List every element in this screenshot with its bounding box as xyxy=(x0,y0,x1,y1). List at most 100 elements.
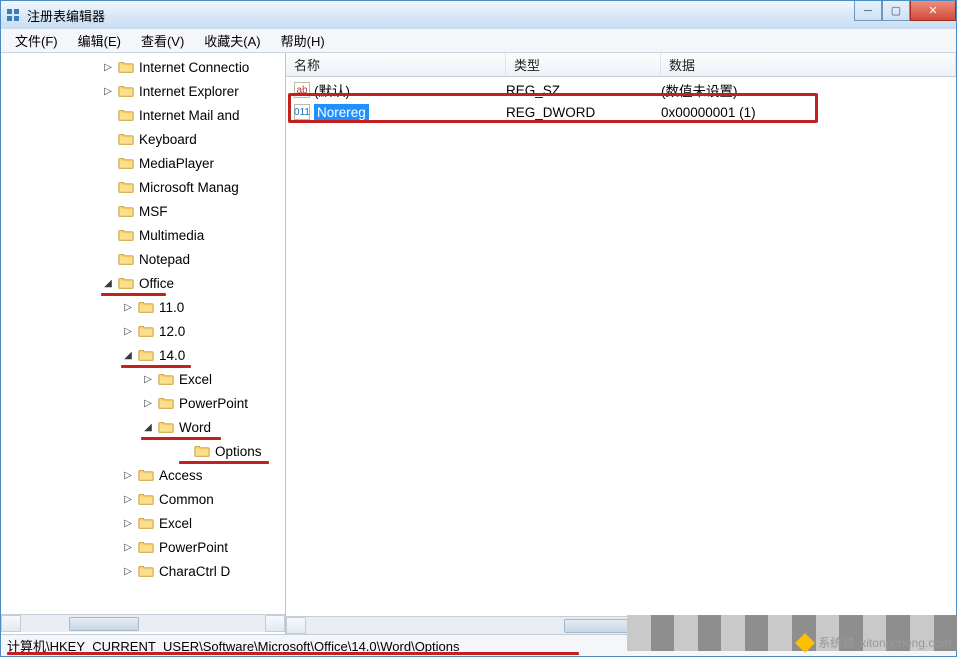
folder-icon xyxy=(117,203,135,219)
column-header-type[interactable]: 类型 xyxy=(506,53,661,76)
value-data: 0x00000001 (1) xyxy=(661,105,956,120)
tree-scrollbar-horizontal[interactable] xyxy=(1,614,285,632)
tree-node[interactable]: ▷ PowerPoint xyxy=(1,391,285,415)
folder-icon xyxy=(117,83,135,99)
tree-node-label: Word xyxy=(179,420,211,435)
folder-icon xyxy=(137,347,155,363)
value-row[interactable]: 011NoreregREG_DWORD0x00000001 (1) xyxy=(286,101,956,123)
tree-node[interactable]: ▷Internet Mail and xyxy=(1,103,285,127)
column-headers[interactable]: 名称 类型 数据 xyxy=(286,53,956,77)
folder-icon xyxy=(137,467,155,483)
menu-view[interactable]: 查看(V) xyxy=(133,29,192,52)
expander-icon: ▷ xyxy=(177,446,191,457)
tree-node[interactable]: ▷ Access xyxy=(1,463,285,487)
expander-icon[interactable]: ▷ xyxy=(121,470,135,481)
expander-icon[interactable]: ◢ xyxy=(121,350,135,361)
menu-edit[interactable]: 编辑(E) xyxy=(70,29,129,52)
folder-icon xyxy=(117,179,135,195)
minimize-button[interactable]: ─ xyxy=(854,1,882,21)
value-list[interactable]: ab(默认)REG_SZ(数值未设置)011NoreregREG_DWORD0x… xyxy=(286,77,956,634)
registry-editor-window: 注册表编辑器 ─ ▢ ✕ 文件(F) 编辑(E) 查看(V) 收藏夫(A) 帮助… xyxy=(0,0,957,657)
tree-node[interactable]: ▷ PowerPoint xyxy=(1,535,285,559)
expander-icon[interactable]: ▷ xyxy=(101,62,115,73)
window-title: 注册表编辑器 xyxy=(27,6,105,25)
folder-icon xyxy=(193,443,211,459)
tree-node-label: Access xyxy=(159,468,203,483)
tree-node[interactable]: ▷11.0 xyxy=(1,295,285,319)
menubar: 文件(F) 编辑(E) 查看(V) 收藏夫(A) 帮助(H) xyxy=(1,29,956,53)
expander-icon[interactable]: ▷ xyxy=(121,566,135,577)
expander-icon[interactable]: ▷ xyxy=(141,398,155,409)
tree-node[interactable]: ▷ Excel xyxy=(1,511,285,535)
expander-icon: ▷ xyxy=(101,182,115,193)
tree-node-label: Keyboard xyxy=(139,132,197,147)
tree-node[interactable]: ◢ Word xyxy=(1,415,285,439)
expander-icon: ▷ xyxy=(101,254,115,265)
expander-icon[interactable]: ▷ xyxy=(141,374,155,385)
tree-content: ▷Internet Connectio▷Internet Explorer▷In… xyxy=(1,53,285,614)
expander-icon[interactable]: ▷ xyxy=(121,518,135,529)
tree-panel[interactable]: ▷Internet Connectio▷Internet Explorer▷In… xyxy=(1,53,286,634)
tree-node[interactable]: ◢ 14.0 xyxy=(1,343,285,367)
expander-icon[interactable]: ◢ xyxy=(101,278,115,289)
tree-node[interactable]: ▷Multimedia xyxy=(1,223,285,247)
tree-node-label: MediaPlayer xyxy=(139,156,214,171)
tree-node-label: PowerPoint xyxy=(179,396,248,411)
expander-icon: ▷ xyxy=(101,158,115,169)
tree-node[interactable]: ◢Office xyxy=(1,271,285,295)
expander-icon[interactable]: ▷ xyxy=(121,542,135,553)
folder-icon xyxy=(137,539,155,555)
value-row[interactable]: ab(默认)REG_SZ(数值未设置) xyxy=(286,79,956,101)
main-area: ▷Internet Connectio▷Internet Explorer▷In… xyxy=(1,53,956,634)
tree-node-label: PowerPoint xyxy=(159,540,228,555)
menu-favorites[interactable]: 收藏夫(A) xyxy=(196,29,268,52)
folder-icon xyxy=(117,275,135,291)
tree-node[interactable]: ▷MSF xyxy=(1,199,285,223)
tree-node-label: Common xyxy=(159,492,214,507)
tree-node[interactable]: ▷Internet Connectio xyxy=(1,55,285,79)
tree-node[interactable]: ▷Keyboard xyxy=(1,127,285,151)
tree-node[interactable]: ▷12.0 xyxy=(1,319,285,343)
expander-icon[interactable]: ▷ xyxy=(101,86,115,97)
folder-icon xyxy=(137,491,155,507)
folder-icon xyxy=(157,371,175,387)
folder-icon xyxy=(157,395,175,411)
tree-node[interactable]: ▷Microsoft Manag xyxy=(1,175,285,199)
list-panel: 名称 类型 数据 ab(默认)REG_SZ(数值未设置)011NoreregRE… xyxy=(286,53,956,634)
folder-icon xyxy=(137,563,155,579)
menu-file[interactable]: 文件(F) xyxy=(7,29,66,52)
expander-icon[interactable]: ▷ xyxy=(121,302,135,313)
titlebar[interactable]: 注册表编辑器 ─ ▢ ✕ xyxy=(1,1,956,29)
expander-icon: ▷ xyxy=(101,110,115,121)
menu-help[interactable]: 帮助(H) xyxy=(273,29,333,52)
folder-icon xyxy=(157,419,175,435)
expander-icon[interactable]: ◢ xyxy=(141,422,155,433)
tree-node[interactable]: ▷ CharaCtrl D xyxy=(1,559,285,583)
binary-value-icon: 011 xyxy=(294,104,310,120)
scrollbar-thumb[interactable] xyxy=(564,619,634,633)
tree-node[interactable]: ▷Notepad xyxy=(1,247,285,271)
tree-node[interactable]: ▷ Common xyxy=(1,487,285,511)
app-icon xyxy=(5,7,21,23)
close-button[interactable]: ✕ xyxy=(910,1,956,21)
expander-icon[interactable]: ▷ xyxy=(121,326,135,337)
expander-icon[interactable]: ▷ xyxy=(121,494,135,505)
tree-node[interactable]: ▷Internet Explorer xyxy=(1,79,285,103)
tree-node-label: Excel xyxy=(159,516,192,531)
column-header-name[interactable]: 名称 xyxy=(286,53,506,76)
tree-node[interactable]: ▷ MediaPlayer xyxy=(1,151,285,175)
tree-node[interactable]: ▷ Options xyxy=(1,439,285,463)
scrollbar-thumb[interactable] xyxy=(69,617,139,631)
tree-node-label: Multimedia xyxy=(139,228,204,243)
tree-node-label: Options xyxy=(215,444,262,459)
value-data: (数值未设置) xyxy=(661,80,956,100)
folder-icon xyxy=(137,515,155,531)
column-header-data[interactable]: 数据 xyxy=(661,53,956,76)
maximize-button[interactable]: ▢ xyxy=(882,1,910,21)
folder-icon xyxy=(117,227,135,243)
pixelation-overlay xyxy=(627,615,957,651)
tree-node-label: CharaCtrl D xyxy=(159,564,230,579)
folder-icon xyxy=(117,59,135,75)
tree-node-label: 14.0 xyxy=(159,348,185,363)
tree-node[interactable]: ▷Excel xyxy=(1,367,285,391)
